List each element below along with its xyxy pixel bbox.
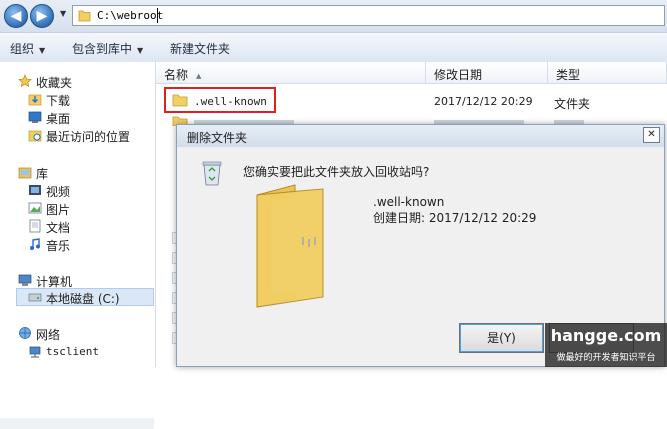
chevron-down-icon: ▼ [137, 46, 144, 55]
navigation-pane: 收藏夹 下载 桌面 最近访问的位置 库 视频 图片 文档 音乐 计算机 本地磁盘… [0, 62, 156, 429]
sidebar-item-label: 图片 [46, 203, 71, 217]
close-icon: ✕ [647, 129, 656, 140]
column-header-date[interactable]: 修改日期 [426, 62, 548, 84]
address-path: C:\webroot [97, 9, 164, 22]
watermark-site: hangge.com [550, 326, 662, 345]
network-share-icon [29, 346, 41, 358]
organize-menu[interactable]: 组织 ▼ [10, 40, 45, 57]
sort-ascending-icon: ▲ [196, 71, 202, 80]
include-in-library-menu[interactable]: 包含到库中 ▼ [72, 40, 143, 57]
recent-places-icon [28, 130, 42, 142]
dialog-created-date: 创建日期: 2017/12/12 20:29 [373, 211, 537, 225]
organize-label: 组织 [10, 42, 35, 56]
dialog-title-bar[interactable]: 删除文件夹 ✕ [177, 125, 664, 147]
watermark-slogan: 做最好的开发者知识平台 [556, 353, 656, 363]
computer-icon [18, 274, 32, 286]
column-header-name[interactable]: 名称 ▲ [156, 62, 426, 84]
sidebar-item-label: 库 [36, 167, 49, 181]
sidebar-item-label: 文档 [46, 221, 71, 235]
horizontal-scrollbar[interactable] [0, 418, 154, 429]
network-icon [19, 327, 31, 339]
file-date: 2017/12/12 20:29 [434, 95, 533, 108]
column-header-label: 类型 [556, 68, 581, 82]
video-icon [29, 185, 41, 195]
sidebar-item-label: 下载 [46, 94, 71, 108]
command-bar: 组织 ▼ 包含到库中 ▼ 新建文件夹 [0, 32, 667, 63]
sidebar-item-label: 网络 [36, 328, 61, 342]
new-folder-label: 新建文件夹 [170, 42, 231, 56]
download-folder-icon [28, 94, 42, 106]
sidebar-item-label: 本地磁盘 (C:) [46, 292, 120, 306]
file-type: 文件夹 [554, 97, 591, 111]
sidebar-item-label: 桌面 [46, 112, 71, 126]
yes-button-label: 是(Y) [487, 331, 516, 345]
sidebar-item-label: 视频 [46, 185, 71, 199]
dialog-question: 您确实要把此文件夹放入回收站吗? [243, 165, 430, 179]
picture-icon [28, 202, 42, 214]
sidebar-item-label: 最近访问的位置 [46, 130, 131, 144]
annotation-highlight-box [164, 87, 276, 113]
forward-button[interactable]: ▶ [30, 4, 54, 28]
column-header-label: 名称 [164, 68, 189, 82]
yes-button[interactable]: 是(Y) [459, 323, 544, 353]
disk-icon [28, 293, 42, 302]
close-button[interactable]: ✕ [643, 127, 660, 143]
recycle-bin-icon [202, 161, 222, 186]
include-in-library-label: 包含到库中 [72, 42, 133, 56]
address-row: ◀ ▶ ▼ C:\webroot [0, 0, 667, 32]
star-icon [18, 74, 32, 88]
document-icon [29, 219, 41, 233]
text-caret [157, 8, 158, 23]
sidebar-item-label: 计算机 [36, 275, 73, 289]
back-button[interactable]: ◀ [4, 4, 28, 28]
column-header-type[interactable]: 类型 [548, 62, 667, 84]
forward-arrow-icon: ▶ [36, 8, 48, 24]
address-field[interactable]: C:\webroot [72, 5, 665, 26]
music-icon [30, 238, 40, 250]
sidebar-item-label: 收藏夹 [36, 76, 73, 90]
chevron-down-icon: ▼ [39, 46, 46, 55]
dialog-file-name: .well-known [373, 195, 445, 209]
watermark: hangge.com 做最好的开发者知识平台 [545, 323, 667, 367]
sidebar-item-label: 音乐 [46, 239, 71, 253]
sidebar-item-label: tsclient [46, 345, 99, 358]
back-arrow-icon: ◀ [10, 8, 22, 24]
column-header-label: 修改日期 [434, 68, 483, 82]
recent-pages-dropdown-icon[interactable]: ▼ [60, 9, 66, 18]
library-icon [18, 167, 32, 179]
desktop-icon [28, 111, 42, 123]
large-folder-icon [256, 184, 324, 308]
new-folder-button[interactable]: 新建文件夹 [170, 40, 230, 57]
folder-icon [78, 10, 91, 22]
dialog-title: 删除文件夹 [187, 131, 248, 145]
